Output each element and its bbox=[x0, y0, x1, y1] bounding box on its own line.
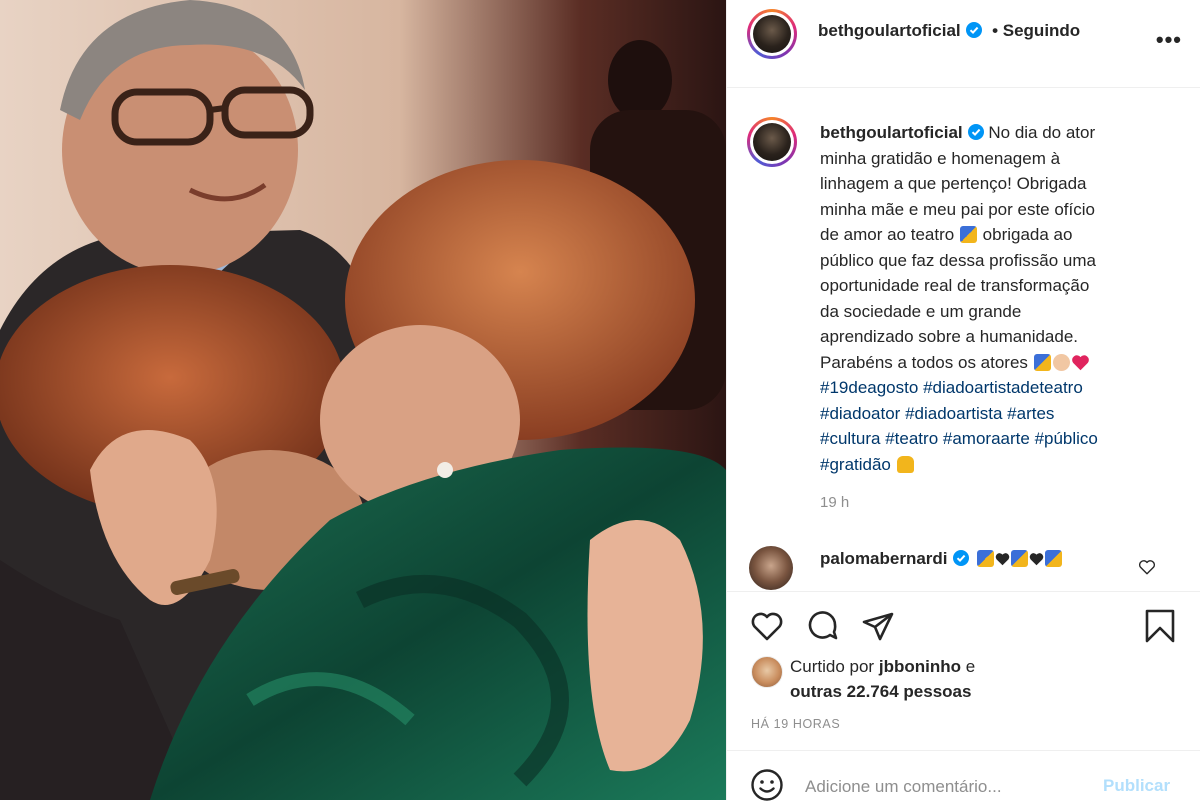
like-heart-icon[interactable] bbox=[749, 608, 785, 644]
theater-masks-emoji bbox=[1045, 550, 1063, 567]
more-options-icon[interactable]: ••• bbox=[1156, 27, 1182, 53]
post-timestamp[interactable]: HÁ 19 HORAS bbox=[751, 717, 840, 731]
comment-username[interactable]: palomabernardi bbox=[820, 549, 948, 568]
theater-masks-emoji bbox=[977, 550, 995, 567]
caption-line: Parabéns a todos os atores bbox=[820, 352, 1028, 372]
share-send-icon[interactable] bbox=[860, 608, 896, 644]
hashtag-link[interactable]: #teatro bbox=[885, 429, 938, 448]
hashtag-link[interactable]: #diadoartistadeteatro bbox=[923, 378, 1083, 397]
caption-line: No dia do ator bbox=[988, 123, 1096, 142]
commenter-avatar[interactable] bbox=[749, 546, 793, 590]
caption-line: aprendizado sobre a humanidade. bbox=[820, 327, 1079, 346]
caption-line: público que faz dessa profissão uma bbox=[820, 250, 1096, 270]
hashtag-link[interactable]: #diadoartista bbox=[905, 404, 1002, 423]
follow-state[interactable]: • Seguindo bbox=[992, 21, 1080, 40]
comment-like-heart-icon[interactable] bbox=[1138, 558, 1156, 576]
caption-line: obrigada ao bbox=[982, 225, 1073, 244]
post-photo[interactable] bbox=[0, 0, 726, 800]
black-heart-emoji bbox=[1030, 553, 1044, 566]
likes-prefix: Curtido por bbox=[790, 657, 875, 676]
praying-hands-emoji bbox=[896, 455, 914, 473]
post-caption: bethgoulartoficial No dia do ator minha … bbox=[820, 120, 1160, 477]
caption-author-avatar[interactable] bbox=[747, 117, 797, 167]
hashtag-link[interactable]: #amoraarte bbox=[943, 429, 1030, 448]
caption-line: da sociedade e um grande bbox=[820, 301, 1022, 321]
emoji-smile-icon[interactable] bbox=[750, 768, 784, 802]
theater-masks-emoji bbox=[1011, 550, 1029, 567]
verified-badge-icon bbox=[965, 22, 982, 38]
caption-line: linhagem a que pertenço! Obrigada bbox=[820, 174, 1087, 193]
hashtag-link[interactable]: #gratidão bbox=[820, 455, 891, 474]
caption-line: de amor ao teatro bbox=[820, 225, 955, 244]
verified-badge-icon bbox=[967, 124, 984, 140]
likes-others-link[interactable]: outras 22.764 pessoas bbox=[790, 682, 971, 702]
author-avatar[interactable] bbox=[747, 9, 797, 59]
comment-row: palomabernardi bbox=[820, 549, 1063, 569]
clapping-hands-emoji bbox=[1052, 353, 1070, 371]
avatar-photo bbox=[753, 15, 791, 53]
hashtag-link[interactable]: #cultura bbox=[820, 429, 880, 448]
caption-line: oportunidade real de transformação bbox=[820, 276, 1090, 295]
caption-time[interactable]: 19 h bbox=[820, 494, 849, 511]
likes-summary: Curtido por jbboninho e bbox=[790, 657, 975, 677]
hashtag-link[interactable]: #19deagosto bbox=[820, 378, 918, 397]
likes-connector: e bbox=[965, 657, 976, 676]
hashtag-link[interactable]: #público bbox=[1035, 429, 1098, 448]
post-photo-illustration bbox=[0, 0, 726, 800]
caption-username[interactable]: bethgoulartoficial bbox=[820, 123, 963, 142]
black-heart-emoji bbox=[996, 553, 1010, 566]
theater-masks-emoji bbox=[1033, 353, 1051, 371]
comment-bubble-icon[interactable] bbox=[805, 608, 841, 644]
save-bookmark-icon[interactable] bbox=[1142, 608, 1178, 644]
red-heart-emoji bbox=[1071, 354, 1089, 370]
action-bar bbox=[726, 591, 1200, 654]
hashtag-link[interactable]: #artes bbox=[1007, 404, 1054, 423]
avatar-ring-inner bbox=[750, 120, 794, 164]
post-header bbox=[726, 0, 1200, 88]
verified-badge-icon bbox=[952, 550, 969, 566]
comment-input[interactable] bbox=[805, 774, 1085, 800]
caption-line: minha gratidão e homenagem à bbox=[820, 148, 1061, 168]
header-username[interactable]: bethgoulartoficial bbox=[818, 21, 961, 40]
hashtag-link[interactable]: #diadoator bbox=[820, 404, 900, 423]
publish-button[interactable]: Publicar bbox=[1103, 776, 1170, 796]
caption-line: minha mãe e meu pai por este ofício bbox=[820, 199, 1095, 219]
avatar-photo bbox=[753, 123, 791, 161]
avatar-ring-inner bbox=[750, 12, 794, 56]
theater-masks-emoji bbox=[959, 226, 977, 243]
header-author-line: bethgoulartoficial • Seguindo bbox=[818, 21, 1080, 41]
first-liker-link[interactable]: jbboninho bbox=[879, 657, 961, 676]
liker-avatar[interactable] bbox=[751, 656, 783, 688]
